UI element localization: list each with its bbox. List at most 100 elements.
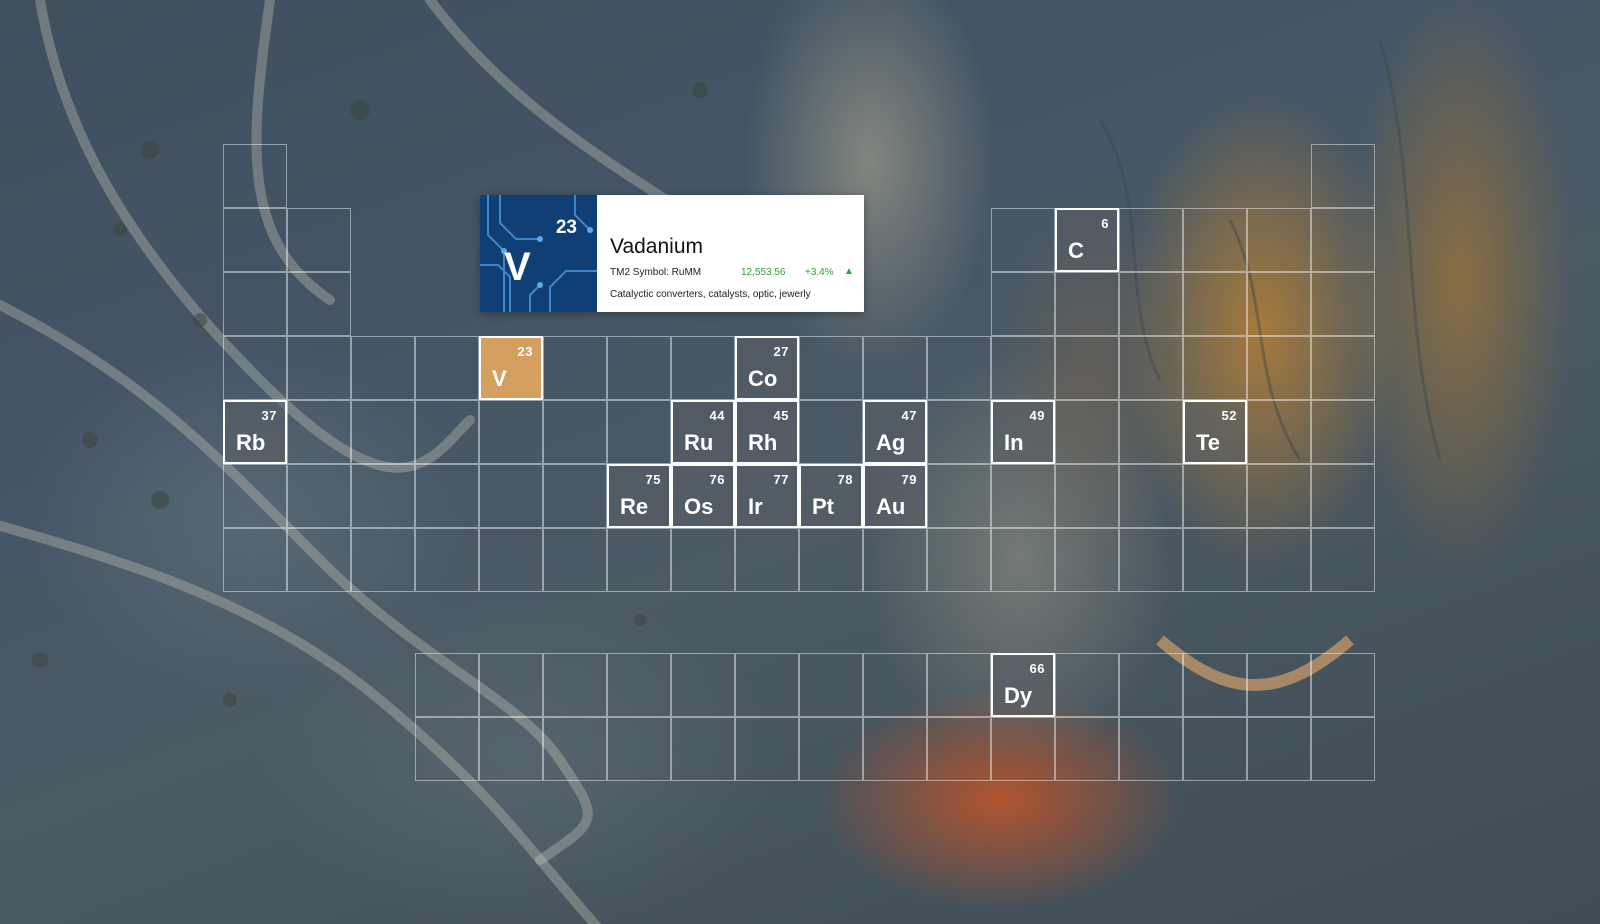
- element-tile-au[interactable]: 79 Au: [863, 464, 927, 528]
- table-cell: [415, 717, 479, 781]
- element-tile-ir[interactable]: 77 Ir: [735, 464, 799, 528]
- table-cell: [1311, 653, 1375, 717]
- atomic-number: 45: [773, 408, 789, 423]
- table-cell: [927, 528, 991, 592]
- atomic-number: 66: [1029, 661, 1045, 676]
- element-symbol: V: [492, 366, 507, 391]
- element-symbol: Ag: [876, 430, 906, 455]
- table-cell: [991, 717, 1055, 781]
- table-cell: [1055, 528, 1119, 592]
- element-tile-dy[interactable]: 66 Dy: [991, 653, 1055, 717]
- table-cell: [1247, 272, 1311, 336]
- element-name: Vadanium: [610, 235, 704, 258]
- table-cell: [1247, 400, 1311, 464]
- table-cell: [1119, 272, 1183, 336]
- element-symbol: Ir: [748, 494, 763, 519]
- table-cell: [287, 464, 351, 528]
- table-cell: [1311, 272, 1375, 336]
- table-cell: [1055, 336, 1119, 400]
- table-cell: [223, 464, 287, 528]
- element-symbol: Os: [684, 494, 714, 519]
- table-cell: [991, 208, 1055, 272]
- table-cell: [287, 208, 351, 272]
- table-cell: [1247, 653, 1311, 717]
- table-cell: [927, 717, 991, 781]
- table-cell: [607, 336, 671, 400]
- table-cell: [863, 528, 927, 592]
- table-cell: [1119, 528, 1183, 592]
- atomic-number: 77: [773, 472, 789, 487]
- table-cell: [735, 653, 799, 717]
- table-cell: [1055, 464, 1119, 528]
- table-cell: [1119, 653, 1183, 717]
- element-info-card: 23 V Vadanium TM2 Symbol: RuMM 12,553.56…: [480, 195, 864, 312]
- table-cell: [991, 272, 1055, 336]
- table-cell: [863, 717, 927, 781]
- atomic-number: 79: [901, 472, 917, 487]
- table-cell: [287, 336, 351, 400]
- element-tile-ag[interactable]: 47 Ag: [863, 400, 927, 464]
- table-cell: [735, 717, 799, 781]
- element-symbol: Pt: [812, 494, 834, 519]
- element-symbol: C: [1068, 238, 1084, 263]
- atomic-number: 6: [1101, 216, 1109, 231]
- element-symbol: Te: [1196, 430, 1221, 455]
- table-cell: [1055, 717, 1119, 781]
- element-tile-ru[interactable]: 44 Ru: [671, 400, 735, 464]
- table-cell: [287, 272, 351, 336]
- atomic-number: 47: [901, 408, 917, 423]
- table-cell: [415, 336, 479, 400]
- element-tile-os[interactable]: 76 Os: [671, 464, 735, 528]
- table-cell: [351, 464, 415, 528]
- table-cell: [671, 336, 735, 400]
- atomic-number: 49: [1029, 408, 1045, 423]
- element-symbol: Co: [748, 366, 778, 391]
- element-tile-te[interactable]: 52 Te: [1183, 400, 1247, 464]
- table-cell: [351, 528, 415, 592]
- table-cell: [543, 528, 607, 592]
- atomic-number: 75: [645, 472, 661, 487]
- price-change: +3.4%: [805, 267, 834, 278]
- table-cell: [799, 528, 863, 592]
- element-tile-c[interactable]: 6C: [1055, 208, 1119, 272]
- table-cell: [863, 336, 927, 400]
- element-tile-pt[interactable]: 78 Pt: [799, 464, 863, 528]
- table-cell: [287, 528, 351, 592]
- table-cell: [287, 400, 351, 464]
- table-cell: [799, 336, 863, 400]
- table-cell: [479, 653, 543, 717]
- atomic-number: 76: [709, 472, 725, 487]
- table-cell: [415, 464, 479, 528]
- table-cell: [415, 653, 479, 717]
- element-tile-v[interactable]: 23 V: [479, 336, 543, 400]
- element-symbol: In: [1004, 430, 1024, 455]
- tm2-symbol: TM2 Symbol: RuMM: [610, 267, 702, 278]
- table-cell: [543, 464, 607, 528]
- table-cell: [1183, 464, 1247, 528]
- table-cell: [991, 336, 1055, 400]
- thumb-atomic-number: 23: [555, 217, 577, 238]
- element-tile-rb[interactable]: 37 Rb: [223, 400, 287, 464]
- element-uses: Catalyctic converters, catalysts, optic,…: [610, 289, 811, 300]
- table-cell: [1311, 717, 1375, 781]
- element-price: 12,553.56: [741, 267, 786, 278]
- table-cell: [415, 528, 479, 592]
- table-cell: [479, 400, 543, 464]
- element-tile-in[interactable]: 49 In: [991, 400, 1055, 464]
- element-tile-rh[interactable]: 45 Rh: [735, 400, 799, 464]
- table-cell: [1311, 336, 1375, 400]
- table-cell: [671, 653, 735, 717]
- thumb-symbol: V: [504, 245, 531, 289]
- table-cell: [1311, 464, 1375, 528]
- element-tile-re[interactable]: 75 Re: [607, 464, 671, 528]
- table-cell: [1183, 653, 1247, 717]
- element-symbol: Rb: [236, 430, 266, 455]
- table-cell: [223, 144, 287, 208]
- table-cell: [927, 653, 991, 717]
- table-cell: [1055, 400, 1119, 464]
- element-symbol: Re: [620, 494, 649, 519]
- table-cell: [927, 400, 991, 464]
- table-cell: [223, 272, 287, 336]
- element-tile-co[interactable]: 27 Co: [735, 336, 799, 400]
- table-cell: [607, 653, 671, 717]
